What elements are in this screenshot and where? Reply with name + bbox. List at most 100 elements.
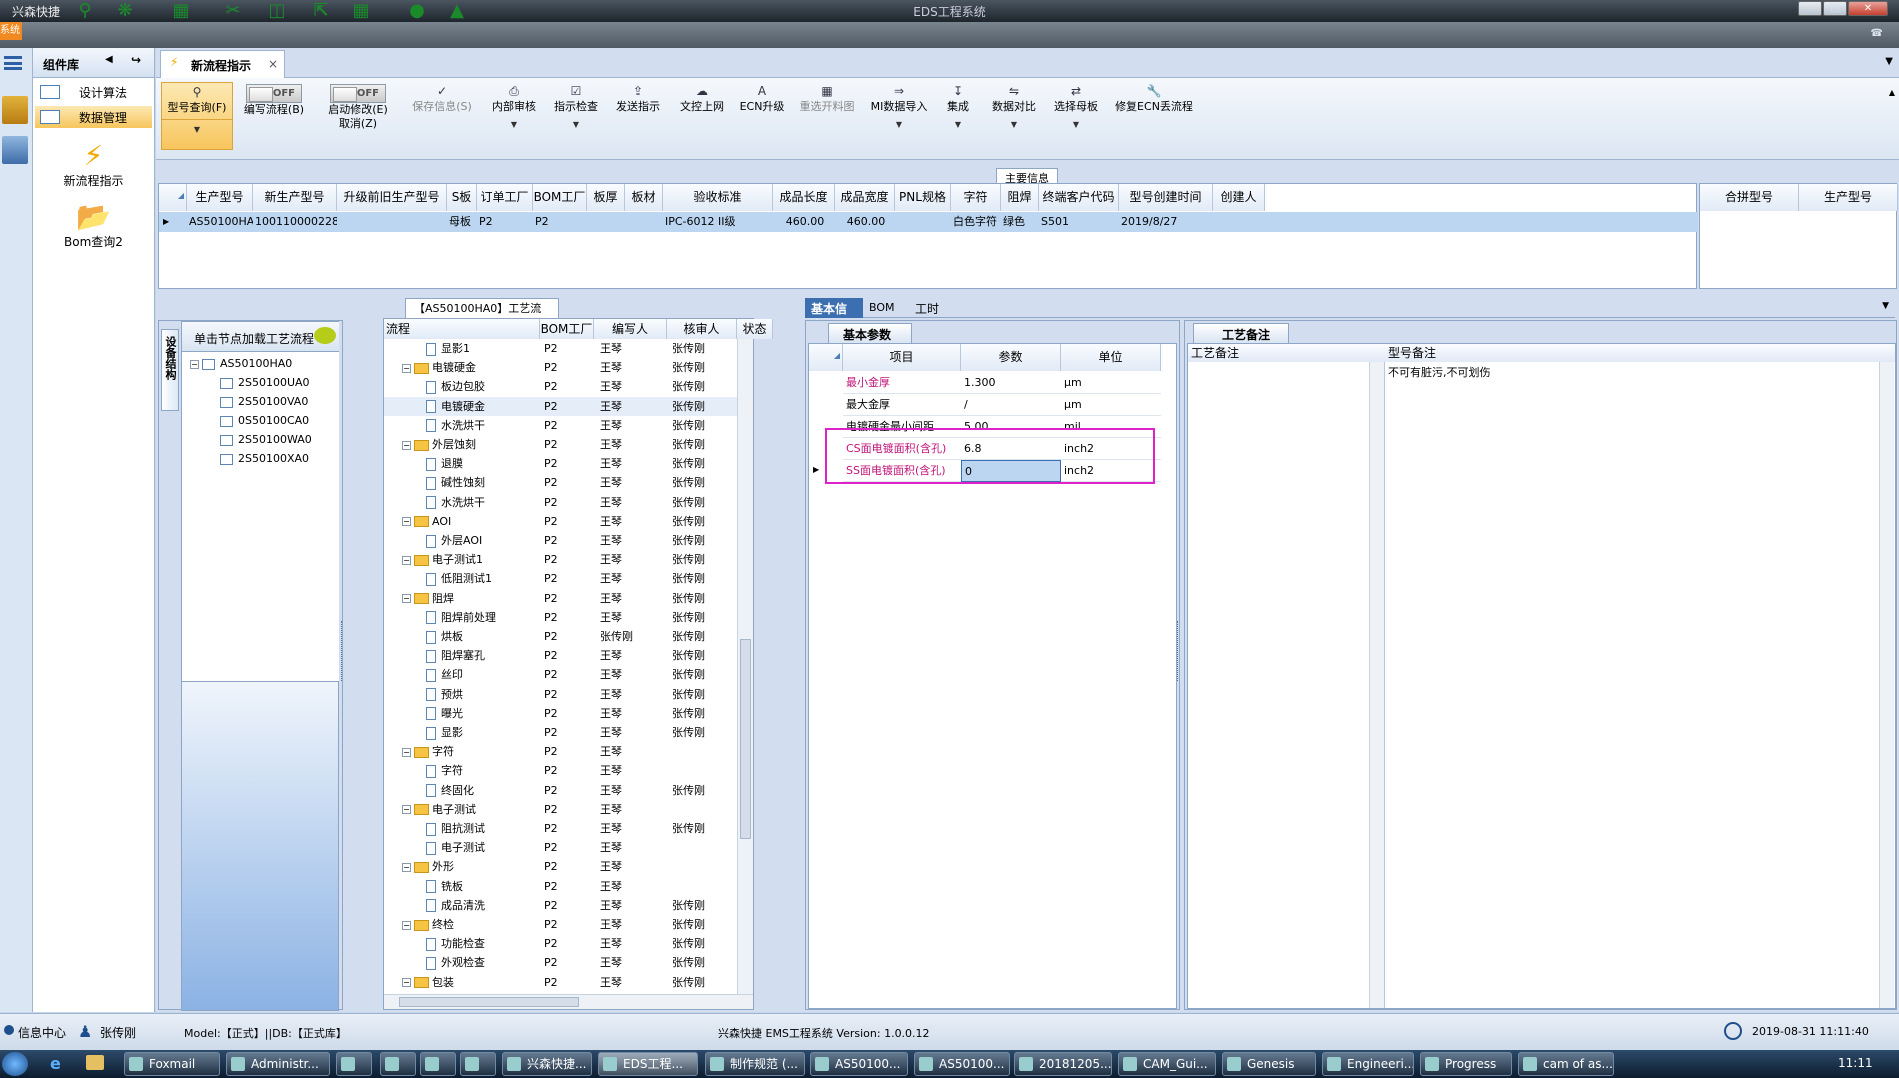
horizontal-scrollbar[interactable] <box>384 994 753 1009</box>
header-col-16[interactable]: 创建人 <box>1213 184 1265 211</box>
header-col-4[interactable]: 订单工厂 <box>477 184 533 211</box>
header-col-2[interactable]: 升级前旧生产型号 <box>337 184 447 211</box>
taskbar-item[interactable]: Progress <box>1420 1052 1512 1076</box>
header-col-7[interactable]: 板材 <box>625 184 663 211</box>
bom-query-item[interactable]: 📂 Bom查询2 <box>33 201 154 250</box>
model-notes-text[interactable]: 不可有脏污,不可划伤 <box>1388 364 1491 380</box>
param-value[interactable]: / <box>961 394 1061 416</box>
process-row[interactable]: 低阻测试1P2王琴张传刚已审核 <box>384 569 737 588</box>
process-row[interactable]: −包装P2王琴张传刚已审核 <box>384 973 737 992</box>
header-flow[interactable]: 流程 <box>384 319 540 339</box>
tab-basic-params[interactable]: 基本参数 <box>828 323 912 343</box>
tree-node[interactable]: 2S50100XA0 <box>182 449 339 468</box>
info-center[interactable]: 信息中心 <box>18 1024 66 1041</box>
speech-bubble-icon[interactable] <box>314 327 336 344</box>
pin-icon[interactable]: ↪ <box>131 53 141 67</box>
tab-basic-info[interactable]: 基本信息 <box>805 298 863 333</box>
process-row[interactable]: 外层AOIP2王琴张传刚已审核 <box>384 531 737 550</box>
process-row[interactable]: 板边包胶P2王琴张传刚已审核 <box>384 377 737 396</box>
header-col-9[interactable]: 成品长度 <box>773 184 835 211</box>
process-row[interactable]: 显影1P2王琴张传刚已审核 <box>384 339 737 358</box>
process-row[interactable]: −AOIP2王琴张传刚已审核 <box>384 512 737 531</box>
integrate-button[interactable]: ↧ 集成 ▼ <box>938 84 978 132</box>
ie-icon[interactable]: e <box>50 1054 61 1073</box>
ribbon-collapse-icon[interactable]: ▲ <box>1889 88 1895 97</box>
cancel-label[interactable]: 取消(Z) <box>339 117 377 130</box>
collapse-icon[interactable]: − <box>402 862 411 872</box>
header-col-0[interactable]: 生产型号 <box>187 184 253 211</box>
panel-splitter[interactable] <box>1177 621 1180 681</box>
collapse-left-icon[interactable]: ◀ <box>105 54 113 65</box>
system-menu[interactable]: 系统 <box>0 22 22 40</box>
write-flow-toggle[interactable]: OFF 编写流程(B) <box>238 84 310 117</box>
taskbar-item[interactable]: 20181205... <box>1014 1052 1112 1076</box>
header-col-5[interactable]: BOM工厂 <box>533 184 587 211</box>
taskbar-item[interactable]: Genesis <box>1222 1052 1316 1076</box>
process-row[interactable]: 阻焊塞孔P2王琴张传刚已审核 <box>384 646 737 665</box>
process-row[interactable]: 水洗烘干P2王琴张传刚已审核 <box>384 416 737 435</box>
header-col-3[interactable]: S板 <box>447 184 477 211</box>
collapse-icon[interactable]: − <box>402 363 411 373</box>
process-row[interactable]: −电子测试P2王琴已编写 <box>384 800 737 819</box>
header-reviewer[interactable]: 核审人 <box>667 319 737 339</box>
process-row[interactable]: −电镀硬金P2王琴张传刚已审核 <box>384 358 737 377</box>
fix-ecn-lost-flow-button[interactable]: 🔧 修复ECN丢流程 <box>1112 84 1196 114</box>
collapse-icon[interactable]: − <box>402 555 411 565</box>
process-row[interactable]: −电子测试1P2王琴张传刚已审核 <box>384 550 737 569</box>
process-row[interactable]: 碱性蚀刻P2王琴张传刚已审核 <box>384 473 737 492</box>
menu-icon[interactable] <box>4 56 22 70</box>
tab-bom[interactable]: BOM <box>869 301 895 314</box>
header-col-6[interactable]: 板厚 <box>587 184 625 211</box>
header-production-model[interactable]: 生产型号 <box>1799 184 1898 211</box>
process-row[interactable]: 功能检查P2王琴张传刚已审核 <box>384 934 737 953</box>
save-info-button[interactable]: ✓ 保存信息(S) <box>408 84 476 114</box>
collapse-icon[interactable]: − <box>402 440 411 450</box>
taskbar-item[interactable] <box>460 1052 496 1076</box>
process-row[interactable]: −外形P2王琴已编写 <box>384 857 737 876</box>
header-bom-factory[interactable]: BOM工厂 <box>540 319 594 339</box>
library-item-algorithm[interactable]: 设计算法 <box>35 81 152 103</box>
close-button[interactable]: ✕ <box>1848 1 1888 16</box>
maximize-button[interactable]: □ <box>1823 1 1847 16</box>
tree-node[interactable]: 2S50100UA0 <box>182 373 339 392</box>
process-row[interactable]: −阻焊P2王琴张传刚已审核 <box>384 589 737 608</box>
process-row[interactable]: 终固化P2王琴张传刚已审核 <box>384 781 737 800</box>
process-row[interactable]: 丝印P2王琴张传刚已审核 <box>384 665 737 684</box>
process-row[interactable]: −终检P2王琴张传刚已审核 <box>384 915 737 934</box>
tab-work-hours[interactable]: 工时 <box>915 300 939 317</box>
header-unit[interactable]: 单位 <box>1061 344 1161 371</box>
collapse-icon[interactable]: − <box>402 594 411 604</box>
vertical-scrollbar[interactable] <box>1879 362 1894 1008</box>
new-flow-instruction-item[interactable]: ⚡ 新流程指示 <box>33 140 154 189</box>
explorer-icon[interactable] <box>86 1055 104 1070</box>
panel-splitter[interactable] <box>341 621 344 681</box>
vertical-scrollbar[interactable] <box>1369 362 1384 1008</box>
start-button[interactable] <box>2 1052 28 1076</box>
header-col-13[interactable]: 阻焊 <box>1001 184 1039 211</box>
start-edit-toggle[interactable]: OFF 启动修改(E) 取消(Z) <box>322 84 394 131</box>
tab-new-flow-instruction[interactable]: ⚡ 新流程指示 × <box>160 50 285 78</box>
taskbar-item[interactable] <box>420 1052 456 1076</box>
ecn-upgrade-button[interactable]: A ECN升级 <box>736 84 788 114</box>
header-col-11[interactable]: PNL规格 <box>895 184 951 211</box>
doc-control-upload-button[interactable]: ☁ 文控上网 <box>676 84 728 114</box>
mi-data-import-button[interactable]: ⇒ MI数据导入 ▼ <box>868 84 930 132</box>
taskbar-item[interactable]: AS50100... <box>914 1052 1010 1076</box>
close-tab-icon[interactable]: × <box>268 57 278 71</box>
collapse-icon[interactable]: − <box>402 805 411 815</box>
process-row[interactable]: −外层蚀刻P2王琴张传刚已审核 <box>384 435 737 454</box>
report-tool-icon[interactable] <box>2 136 28 164</box>
process-row[interactable]: 字符P2王琴已编写 <box>384 761 737 780</box>
taskbar-item[interactable]: Administr... <box>226 1052 330 1076</box>
taskbar-item[interactable]: EDS工程... <box>598 1052 698 1076</box>
process-row[interactable]: 阻抗测试P2王琴张传刚已审核 <box>384 819 737 838</box>
process-row[interactable]: 电子测试P2王琴已编写 <box>384 838 737 857</box>
header-col-1[interactable]: 新生产型号 <box>253 184 337 211</box>
collapse-icon[interactable]: − <box>402 747 411 757</box>
process-row[interactable]: 烘板P2张传刚张传刚已审核 <box>384 627 737 646</box>
process-row[interactable]: 电镀硬金P2王琴张传刚已审核 <box>384 396 737 416</box>
taskbar-item[interactable]: AS50100... <box>810 1052 908 1076</box>
main-info-row[interactable]: ▶ AS50100HA010011000022855 母板 P2 P2 IPC-6012… <box>159 212 1698 232</box>
taskbar-item[interactable] <box>336 1052 372 1076</box>
process-row[interactable]: 水洗烘干P2王琴张传刚已审核 <box>384 493 737 512</box>
